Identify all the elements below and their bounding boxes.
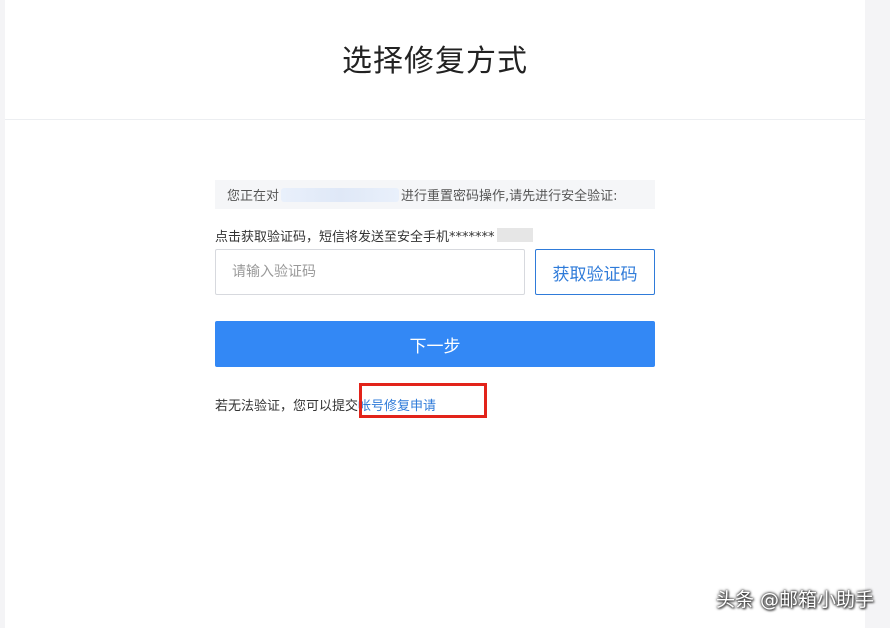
page-header: 选择修复方式	[5, 0, 865, 120]
page-title: 选择修复方式	[342, 43, 528, 79]
code-input-row: 获取验证码	[215, 249, 655, 295]
help-line: 若无法验证，您可以提交帐号修复申请	[215, 383, 655, 418]
watermark: 头条 @邮箱小助手	[715, 589, 874, 611]
verification-code-input[interactable]	[215, 249, 525, 295]
sms-hint-text: 点击获取验证码，短信将发送至安全手机*******	[215, 229, 495, 245]
security-notice: 您正在对 进行重置密码操作,请先进行安全验证:	[215, 180, 655, 209]
notice-suffix: 进行重置密码操作,请先进行安全验证:	[401, 189, 618, 204]
help-prefix: 若无法验证，您可以提交	[215, 399, 359, 414]
verification-form: 您正在对 进行重置密码操作,请先进行安全验证: 点击获取验证码，短信将发送至安全…	[215, 180, 655, 418]
page-card: 选择修复方式 您正在对 进行重置密码操作,请先进行安全验证: 点击获取验证码，短…	[5, 0, 865, 628]
masked-phone	[496, 228, 533, 242]
masked-account	[281, 187, 400, 202]
get-code-button[interactable]: 获取验证码	[535, 249, 655, 295]
next-step-button[interactable]: 下一步	[215, 321, 655, 367]
sms-hint: 点击获取验证码，短信将发送至安全手机*******	[215, 227, 655, 245]
notice-prefix: 您正在对	[227, 189, 280, 204]
account-repair-link[interactable]: 帐号修复申请	[358, 399, 436, 414]
